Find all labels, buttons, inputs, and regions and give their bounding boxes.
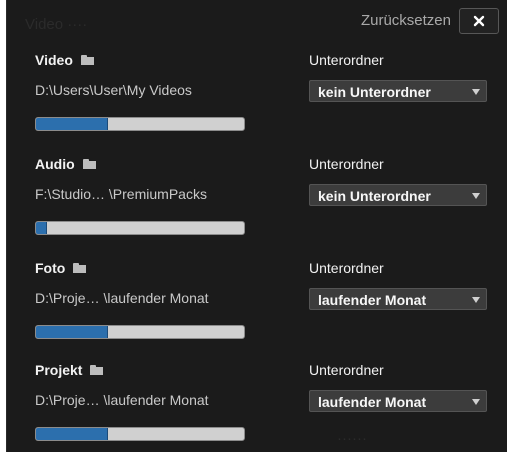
ghost-text: Video ···· xyxy=(25,16,88,33)
audio-subfolder-dropdown[interactable]: kein Unterordner xyxy=(309,184,487,206)
audio-subfolder-label: Unterordner xyxy=(309,156,384,172)
foto-title: Foto xyxy=(35,260,66,276)
audio-path: F:\Studio… \PremiumPacks xyxy=(35,186,207,202)
video-label: Video xyxy=(35,52,94,68)
foto-path: D:\Proje… \laufender Monat xyxy=(35,290,209,306)
dropdown-value: kein Unterordner xyxy=(318,188,431,204)
section-foto: Foto D:\Proje… \laufender Monat Unterord… xyxy=(7,260,507,364)
progress-fill xyxy=(36,326,108,338)
dropdown-value: laufender Monat xyxy=(318,394,427,410)
projekt-subfolder-label: Unterordner xyxy=(309,362,384,378)
dropdown-value: laufender Monat xyxy=(318,292,427,308)
projekt-label: Projekt xyxy=(35,362,104,378)
foto-subfolder-dropdown[interactable]: laufender Monat xyxy=(309,288,487,310)
folder-icon[interactable] xyxy=(80,55,94,65)
chevron-down-icon xyxy=(472,399,480,405)
close-button[interactable] xyxy=(459,8,499,34)
foto-label: Foto xyxy=(35,260,87,276)
section-audio: Audio F:\Studio… \PremiumPacks Unterordn… xyxy=(7,156,507,260)
projekt-title: Projekt xyxy=(35,362,83,378)
section-video: Video D:\Users\User\My Videos Unterordne… xyxy=(7,52,507,156)
progress-fill xyxy=(36,428,108,440)
section-projekt: Projekt D:\Proje… \laufender Monat Unter… xyxy=(7,362,507,452)
audio-title: Audio xyxy=(35,156,75,172)
video-title: Video xyxy=(35,52,73,68)
video-progress-bar xyxy=(35,117,245,131)
folder-icon[interactable] xyxy=(90,365,104,375)
progress-fill xyxy=(36,118,108,130)
close-icon xyxy=(473,15,485,27)
foto-subfolder-label: Unterordner xyxy=(309,260,384,276)
video-subfolder-label: Unterordner xyxy=(309,52,384,68)
audio-progress-bar xyxy=(35,221,245,235)
progress-fill xyxy=(36,222,48,234)
projekt-subfolder-dropdown[interactable]: laufender Monat xyxy=(309,390,487,412)
projekt-progress-bar xyxy=(35,427,245,441)
chevron-down-icon xyxy=(472,193,480,199)
settings-panel: Video ···· ······ Zurücksetzen Video D:\… xyxy=(6,0,507,452)
reset-button[interactable]: Zurücksetzen xyxy=(361,12,451,29)
chevron-down-icon xyxy=(472,297,480,303)
video-subfolder-dropdown[interactable]: kein Unterordner xyxy=(309,80,487,102)
foto-progress-bar xyxy=(35,325,245,339)
audio-label: Audio xyxy=(35,156,96,172)
folder-icon[interactable] xyxy=(73,263,87,273)
dropdown-value: kein Unterordner xyxy=(318,84,431,100)
projekt-path: D:\Proje… \laufender Monat xyxy=(35,392,209,408)
video-path: D:\Users\User\My Videos xyxy=(35,82,192,98)
folder-icon[interactable] xyxy=(82,159,96,169)
chevron-down-icon xyxy=(472,89,480,95)
